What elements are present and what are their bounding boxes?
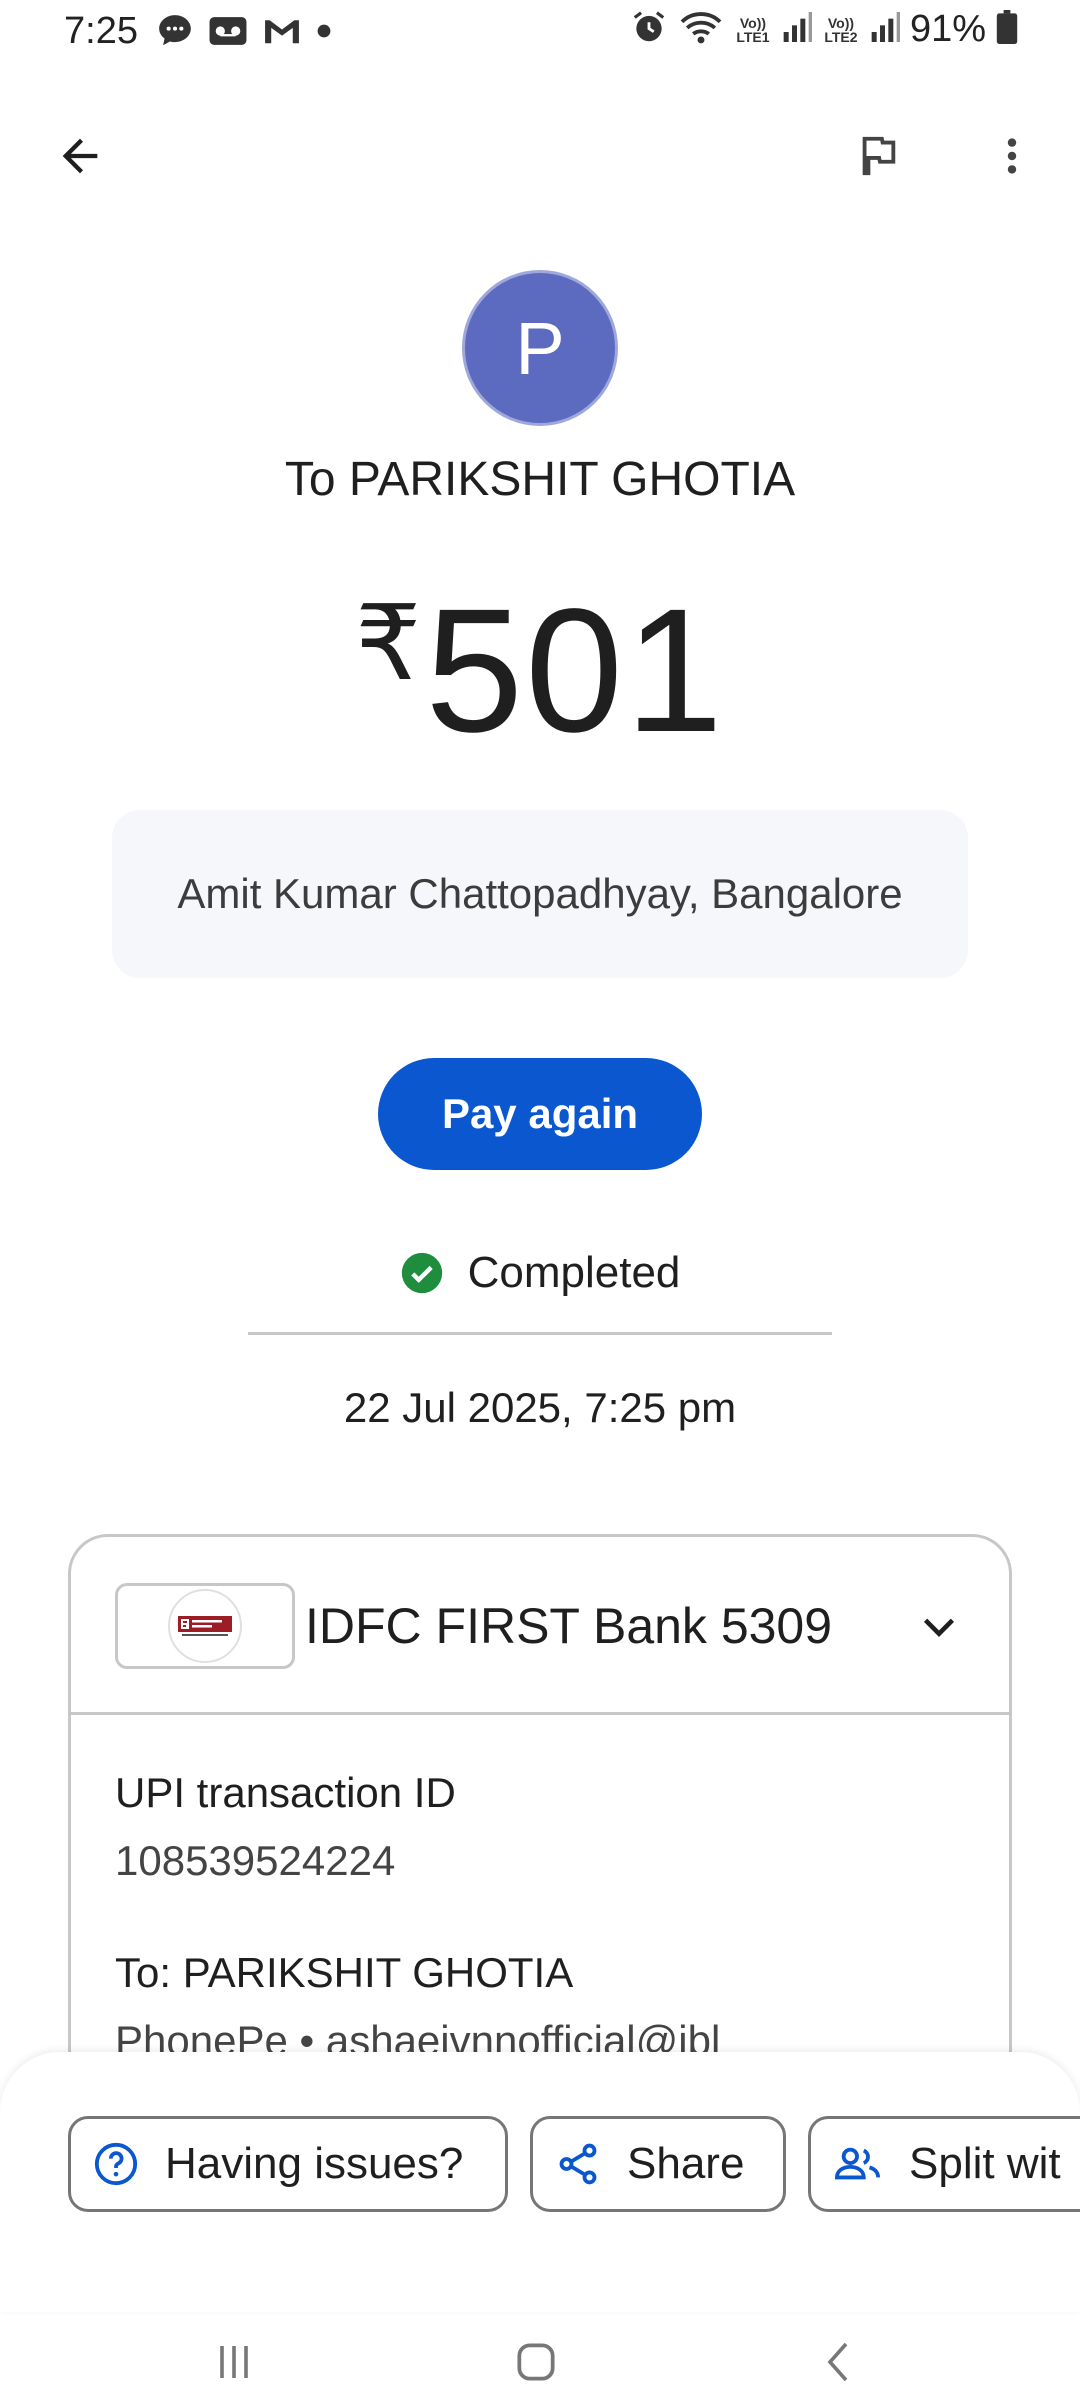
amount: ₹501 xyxy=(0,570,1080,772)
home-button[interactable] xyxy=(496,2332,576,2392)
nav-back-icon xyxy=(827,2342,848,2382)
payment-note: Amit Kumar Chattopadhyay, Bangalore xyxy=(112,810,968,978)
back-button[interactable] xyxy=(48,124,112,188)
help-icon xyxy=(94,2142,138,2186)
more-options-button[interactable] xyxy=(980,124,1044,188)
share-button[interactable]: Share xyxy=(530,2116,786,2212)
gmail-icon xyxy=(262,15,302,52)
payee-title: To PARIKSHIT GHOTIA xyxy=(284,453,796,506)
bank-name: IDFC FIRST Bank 5309 xyxy=(305,1598,833,1654)
status-time: 7:25 xyxy=(64,10,138,52)
having-issues-label: Having issues? xyxy=(165,2139,464,2188)
chevron-down-icon xyxy=(923,1618,955,1637)
home-icon xyxy=(517,2343,555,2381)
status-label: Completed xyxy=(467,1248,681,1297)
recents-icon xyxy=(220,2346,248,2378)
wifi-icon xyxy=(678,8,724,51)
more-vert-icon xyxy=(1007,138,1017,174)
check-circle-icon xyxy=(401,1252,442,1294)
currency-symbol: ₹ xyxy=(355,586,422,702)
group-icon xyxy=(834,2147,881,2180)
transaction-datetime: 22 Jul 2025, 7:25 pm xyxy=(343,1384,737,1431)
network-2-label: Vo)) LTE2 xyxy=(824,14,858,45)
report-button[interactable] xyxy=(846,124,910,188)
upi-id-value[interactable]: 108539524224 xyxy=(115,1837,395,1885)
upi-id-label: UPI transaction ID xyxy=(115,1769,456,1816)
flag-icon xyxy=(862,136,896,176)
divider xyxy=(248,1332,832,1335)
battery-icon xyxy=(996,10,1018,49)
system-nav-bar xyxy=(0,2312,1080,2408)
signal-icon xyxy=(870,10,900,49)
share-icon xyxy=(559,2143,597,2185)
app-bar xyxy=(0,110,1080,200)
pay-again-button[interactable]: Pay again xyxy=(378,1058,702,1170)
system-icons: Vo)) LTE1 Vo)) LTE2 91% xyxy=(630,8,1018,51)
avatar: P xyxy=(462,270,618,426)
notification-icons xyxy=(156,12,332,55)
payment-status: Completed xyxy=(0,1248,1080,1298)
chat-icon xyxy=(156,12,194,55)
expand-button[interactable] xyxy=(907,1595,971,1659)
network-1-label: Vo)) LTE1 xyxy=(736,14,770,45)
nav-back-button[interactable] xyxy=(800,2332,880,2392)
bank-account-header[interactable]: IDFC FIRST Bank 5309 xyxy=(71,1537,1009,1715)
having-issues-button[interactable]: Having issues? xyxy=(68,2116,508,2212)
signal-icon xyxy=(782,10,812,49)
recents-button[interactable] xyxy=(194,2332,274,2392)
amount-value: 501 xyxy=(425,573,725,769)
battery-percent: 91% xyxy=(909,8,986,50)
split-label: Split wit xyxy=(909,2139,1061,2188)
status-bar: 7:25 Vo)) LTE1 Vo)) LTE2 91% xyxy=(0,0,1080,64)
arrow-back-icon xyxy=(62,138,98,174)
split-button[interactable]: Split wit xyxy=(808,2116,1080,2212)
bank-logo xyxy=(115,1583,295,1669)
voicemail-icon xyxy=(208,13,248,54)
dot-icon xyxy=(316,23,332,44)
alarm-icon xyxy=(630,8,668,51)
action-sheet: Having issues? Share Split wit xyxy=(0,2052,1080,2312)
recipient-label: To: PARIKSHIT GHOTIA xyxy=(115,1949,574,1996)
share-label: Share xyxy=(627,2139,745,2188)
